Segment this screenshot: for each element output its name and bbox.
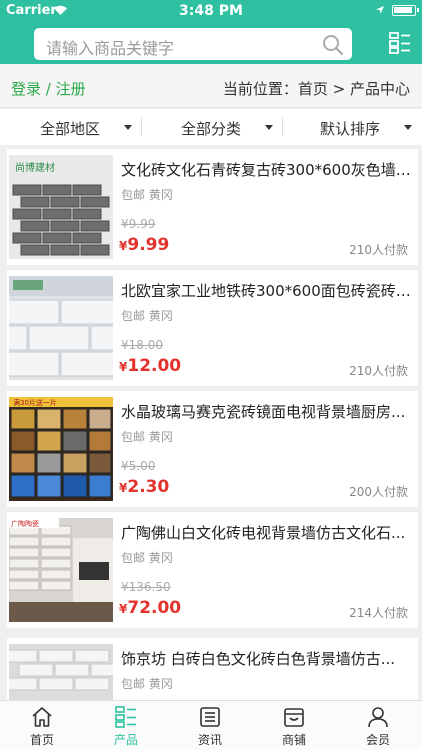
filter-sort-label: 默认排序 [320, 120, 381, 138]
search-icon[interactable] [322, 34, 344, 56]
product-title[interactable]: 广陶佛山白文化砖电视背景墙仿古文化石... [121, 522, 411, 543]
tab-label: 资讯 [197, 733, 222, 747]
product-card[interactable]: 尚博建材 文化砖文化石青砖复古砖300*600灰色墙砖... 包邮 黄冈 ¥9.… [7, 149, 418, 265]
product-card[interactable]: 北欧宜家工业地铁砖300*600面包砖瓷砖 ... 包邮 黄冈 ¥18.00 ¥… [7, 270, 418, 386]
sold-count: 210人付款 [349, 364, 408, 378]
filter-category-label: 全部分类 [181, 120, 242, 138]
chevron-down-icon [404, 125, 412, 130]
battery-icon [392, 5, 419, 16]
white-tile-icon [9, 276, 113, 380]
sold-count: 214人付款 [349, 606, 408, 620]
original-price: ¥18.00 [121, 338, 163, 352]
tab-bar: 首页 产品 资讯 商铺 会员 [0, 700, 422, 750]
tab-label: 会员 [365, 733, 390, 747]
member-icon [368, 707, 388, 728]
location-arrow-icon [376, 6, 384, 14]
news-icon [200, 707, 220, 727]
brand-tag: 广陶陶瓷 [11, 519, 39, 528]
tab-label: 商铺 [281, 733, 306, 747]
product-meta: 包邮 黄冈 [121, 188, 173, 202]
status-time: 3:48 PM [179, 3, 243, 19]
product-meta: 包邮 黄冈 [121, 551, 173, 565]
product-card[interactable]: 满30片送一片 水晶玻璃马赛克瓷砖镜面电视背景墙厨房... 包邮 黄冈 ¥5.0… [7, 391, 418, 507]
product-title[interactable]: 饰京坊 白砖白色文化砖白色背景墙仿古... [121, 648, 411, 669]
original-price: ¥5.00 [121, 459, 156, 473]
product-meta: 包邮 黄冈 [121, 430, 173, 444]
filter-region[interactable]: 全部地区 [0, 109, 140, 145]
chevron-down-icon [124, 125, 132, 130]
sale-price: ¥12.00 [119, 356, 182, 376]
sale-price: ¥72.00 [119, 598, 182, 618]
home-icon [32, 707, 52, 727]
tab-label: 首页 [29, 733, 54, 747]
tab-product[interactable]: 产品 [84, 701, 168, 750]
sold-count: 210人付款 [349, 243, 408, 257]
status-bar: Carrier 3:48 PM [0, 0, 422, 22]
filter-sort[interactable]: 默认排序 [282, 109, 422, 145]
tab-shop[interactable]: 商铺 [252, 701, 336, 750]
search-box[interactable]: 请输入商品关键字 [34, 28, 352, 60]
sale-price: ¥9.99 [119, 235, 170, 255]
app-header: Carrier 3:48 PM 请输入商品关键字 [0, 0, 422, 64]
product-card[interactable]: 广陶陶瓷 广陶佛山白文化砖电视背景墙仿古文化石... 包邮 黄冈 ¥136.50… [7, 512, 418, 628]
filter-bar: 全部地区 全部分类 默认排序 [0, 109, 422, 145]
sale-price: ¥2.30 [119, 477, 170, 497]
product-title[interactable]: 文化砖文化石青砖复古砖300*600灰色墙砖... [121, 159, 411, 180]
original-price: ¥136.50 [121, 580, 171, 594]
gray-brick-icon: 尚博建材 [9, 155, 113, 259]
original-price: ¥9.99 [121, 217, 156, 231]
white-culture-brick-icon: 广陶陶瓷 [9, 518, 113, 622]
filter-category[interactable]: 全部分类 [141, 109, 281, 145]
product-title[interactable]: 北欧宜家工业地铁砖300*600面包砖瓷砖 ... [121, 280, 411, 301]
subheader: 登录 / 注册 当前位置：首页 > 产品中心 [0, 64, 422, 108]
product-icon [115, 706, 136, 728]
product-title[interactable]: 水晶玻璃马赛克瓷砖镜面电视背景墙厨房... [121, 401, 411, 422]
tab-news[interactable]: 资讯 [168, 701, 252, 750]
tab-label: 产品 [113, 733, 138, 747]
filter-region-label: 全部地区 [40, 120, 101, 138]
login-register-link[interactable]: 登录 / 注册 [11, 78, 86, 99]
shop-icon [284, 708, 304, 727]
sold-count: 200人付款 [349, 485, 408, 499]
chevron-down-icon [265, 125, 273, 130]
category-menu-icon[interactable] [389, 32, 411, 54]
tab-home[interactable]: 首页 [0, 701, 84, 750]
search-input[interactable]: 请输入商品关键字 [46, 35, 174, 59]
promo-tag: 满30片送一片 [13, 398, 57, 407]
mosaic-icon: 满30片送一片 [9, 397, 113, 501]
breadcrumb: 当前位置：首页 > 产品中心 [222, 80, 410, 98]
tab-member[interactable]: 会员 [336, 701, 420, 750]
brand-tag: 尚博建材 [15, 161, 55, 174]
product-meta: 包邮 黄冈 [121, 677, 173, 691]
product-meta: 包邮 黄冈 [121, 309, 173, 323]
